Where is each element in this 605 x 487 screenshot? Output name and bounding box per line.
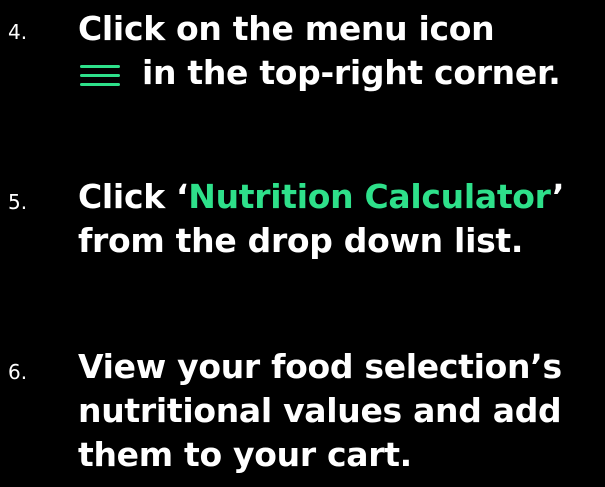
- text-suffix: ’: [552, 177, 565, 216]
- step-line: from the drop down list.: [78, 221, 524, 260]
- step-number: 6.: [8, 360, 28, 384]
- step-text: View your food selection’s nutritional v…: [78, 345, 603, 477]
- step-line-with-icon: in the top-right corner.: [78, 51, 603, 95]
- step-line: Click ‘Nutrition Calculator’: [78, 175, 603, 219]
- text-prefix: Click ‘: [78, 177, 189, 216]
- step-line: in the top-right corner.: [142, 53, 561, 92]
- step-line: nutritional values and add: [78, 391, 562, 430]
- step-number: 5.: [8, 190, 28, 214]
- nutrition-calculator-highlight: Nutrition Calculator: [188, 177, 553, 216]
- step-line: View your food selection’s: [78, 347, 562, 386]
- step-line: Click on the menu icon: [78, 9, 495, 48]
- step-number: 4.: [8, 20, 28, 44]
- step-text: Click on the menu icon in the top-right …: [78, 7, 603, 95]
- hamburger-menu-icon: [78, 63, 122, 87]
- step-text: Click ‘Nutrition Calculator’ from the dr…: [78, 175, 603, 263]
- step-line: them to your cart.: [78, 435, 412, 474]
